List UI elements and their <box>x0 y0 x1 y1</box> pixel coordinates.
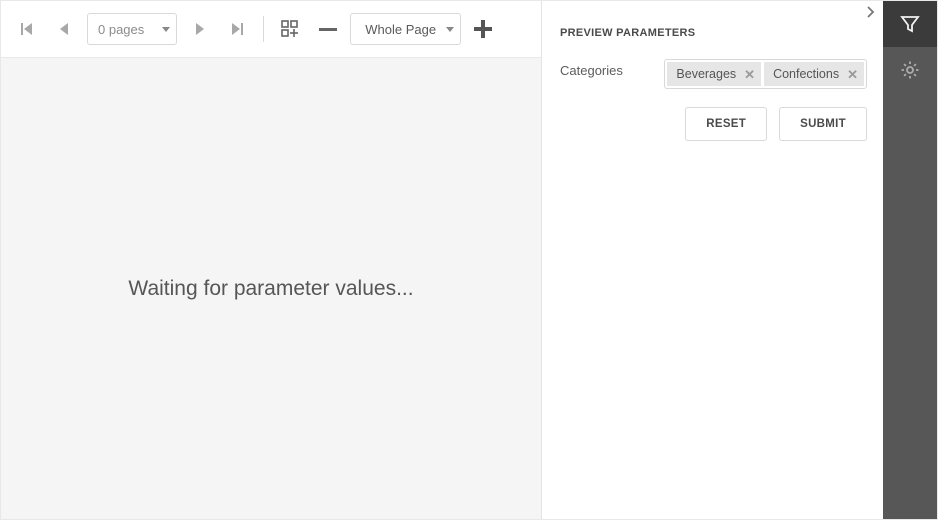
param-label: Categories <box>560 59 654 78</box>
waiting-message: Waiting for parameter values... <box>128 277 413 301</box>
first-page-icon <box>19 21 35 37</box>
token-label: Beverages <box>676 67 736 81</box>
panel-buttons: RESET SUBMIT <box>542 89 883 141</box>
token-label: Confections <box>773 67 839 81</box>
side-rail <box>883 1 937 519</box>
next-page-icon <box>192 22 206 36</box>
gear-icon <box>900 60 920 80</box>
report-viewer-main: 0 pages Whole Page <box>1 1 541 519</box>
zoom-out-button[interactable] <box>312 13 344 45</box>
next-page-button[interactable] <box>183 13 215 45</box>
tagbox-token: Beverages ✕ <box>667 62 761 86</box>
tagbox-token: Confections ✕ <box>764 62 864 86</box>
multipage-button[interactable] <box>274 13 306 45</box>
zoom-select-label: Whole Page <box>365 22 436 37</box>
zoom-in-button[interactable] <box>467 13 499 45</box>
panel-title: PREVIEW PARAMETERS <box>542 23 883 45</box>
viewer-toolbar: 0 pages Whole Page <box>1 1 541 57</box>
minus-icon <box>319 28 337 31</box>
token-remove-icon[interactable]: ✕ <box>742 68 757 81</box>
last-page-icon <box>229 21 245 37</box>
chevron-down-icon <box>162 27 170 32</box>
chevron-down-icon <box>446 27 454 32</box>
funnel-icon <box>900 14 920 34</box>
plus-icon <box>474 20 492 38</box>
parameters-panel: PREVIEW PARAMETERS Categories Beverages … <box>541 1 883 519</box>
categories-tagbox[interactable]: Beverages ✕ Confections ✕ <box>664 59 867 89</box>
first-page-button[interactable] <box>11 13 43 45</box>
reset-button[interactable]: RESET <box>685 107 767 141</box>
submit-label: SUBMIT <box>800 118 846 130</box>
prev-page-icon <box>58 22 72 36</box>
rail-settings-button[interactable] <box>883 47 937 93</box>
rail-parameters-button[interactable] <box>883 1 937 47</box>
param-row: Categories Beverages ✕ Confections ✕ <box>542 45 883 89</box>
prev-page-button[interactable] <box>49 13 81 45</box>
page-select[interactable]: 0 pages <box>87 13 177 45</box>
token-remove-icon[interactable]: ✕ <box>845 68 860 81</box>
last-page-button[interactable] <box>221 13 253 45</box>
multipage-icon <box>280 19 300 39</box>
chevron-right-icon <box>865 6 875 18</box>
toolbar-separator <box>263 16 264 42</box>
panel-collapse-button[interactable] <box>542 1 883 23</box>
reset-label: RESET <box>706 118 746 130</box>
page-select-label: 0 pages <box>98 22 144 37</box>
preview-area: Waiting for parameter values... <box>1 57 541 519</box>
zoom-select[interactable]: Whole Page <box>350 13 461 45</box>
submit-button[interactable]: SUBMIT <box>779 107 867 141</box>
